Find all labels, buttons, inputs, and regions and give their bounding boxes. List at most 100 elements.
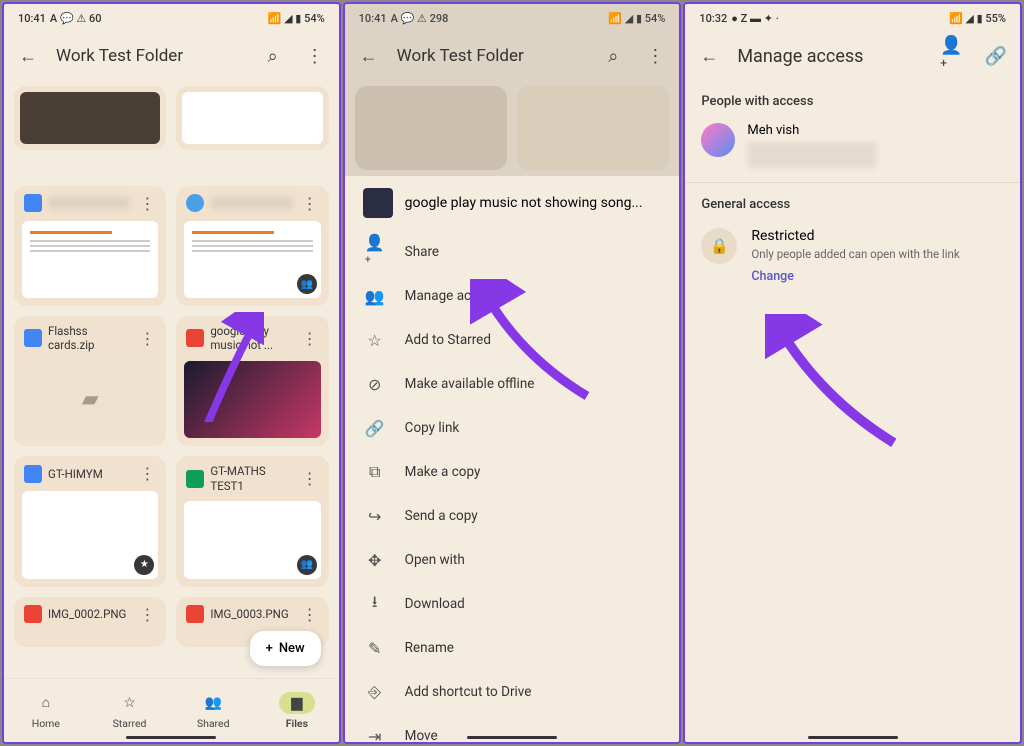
dimmed-grid (345, 80, 680, 176)
file-icon (186, 194, 204, 212)
status-bar: 10:41A 💬 ⚠ 298 📶 ◢ ▮ 54% (345, 4, 680, 32)
back-icon[interactable]: ← (355, 42, 383, 70)
card-more-icon[interactable]: ⋮ (136, 194, 158, 213)
download-icon: ⭳ (365, 594, 385, 614)
new-fab-button[interactable]: +New (250, 631, 321, 666)
app-bar: ← Manage access 👤⁺ 🔗 (685, 32, 1020, 80)
back-icon[interactable]: ← (695, 42, 723, 70)
menu-offline[interactable]: ⊘Make available offline (345, 362, 680, 406)
shared-badge-icon: 👥 (297, 555, 317, 575)
file-card[interactable] (176, 86, 328, 150)
person-add-icon[interactable]: 👤⁺ (940, 42, 968, 70)
card-more-icon[interactable]: ⋮ (299, 329, 321, 348)
menu-download[interactable]: ⭳Download (345, 582, 680, 626)
person-email-blurred (747, 142, 877, 168)
home-icon: ⌂ (28, 692, 64, 714)
app-bar: ← Work Test Folder ⌕ ⋮ (4, 32, 339, 80)
page-title: Work Test Folder (397, 46, 586, 66)
status-right-icons: 📶 ◢ ▮ 54% (608, 12, 665, 25)
card-more-icon[interactable]: ⋮ (136, 605, 158, 624)
menu-label: Move (405, 728, 438, 742)
more-icon[interactable]: ⋮ (641, 42, 669, 70)
search-icon[interactable]: ⌕ (259, 42, 287, 70)
menu-label: Share (405, 244, 439, 260)
star-icon: ☆ (365, 330, 385, 350)
menu-rename[interactable]: ✎Rename (345, 626, 680, 670)
star-badge-icon: ★ (134, 555, 154, 575)
menu-label: Open with (405, 552, 465, 568)
nav-starred[interactable]: ☆ Starred (88, 679, 172, 742)
app-bar: ← Work Test Folder ⌕ ⋮ (345, 32, 680, 80)
person-add-icon: 👤⁺ (365, 242, 385, 262)
file-card-maths[interactable]: GT-MATHS TEST1⋮ 👥 (176, 456, 328, 586)
people-icon: 👥 (365, 286, 385, 306)
section-title: General access (685, 183, 1020, 220)
card-more-icon[interactable]: ⋮ (299, 469, 321, 488)
file-card[interactable]: ⋮ (14, 186, 166, 307)
avatar (701, 123, 735, 157)
nav-shared[interactable]: 👥Shared (171, 679, 255, 742)
change-link[interactable]: Change (751, 269, 959, 284)
card-more-icon[interactable]: ⋮ (136, 329, 158, 348)
nav-label: Starred (113, 717, 147, 730)
nav-label: Home (32, 717, 60, 730)
image-icon (186, 329, 204, 347)
general-access-row[interactable]: 🔒 Restricted Only people added can open … (685, 220, 1020, 292)
person-name: Meh vish (747, 123, 1004, 138)
menu-add-shortcut[interactable]: ⎆Add shortcut to Drive (345, 670, 680, 714)
person-row[interactable]: Meh vish (685, 117, 1020, 182)
card-more-icon[interactable]: ⋮ (136, 464, 158, 483)
status-time: 10:32 (699, 12, 727, 25)
file-card-flashss[interactable]: Flashss cards.zip⋮ ▰ (14, 316, 166, 446)
panel-files-grid: 10:41A 💬 ⚠ 60 📶 ◢ ▮ 54% ← Work Test Fold… (2, 2, 341, 744)
copy-icon: ⧉ (365, 462, 385, 482)
bottom-nav: ⌂ Home ☆ Starred 👥Shared ▆Files (4, 678, 339, 742)
generic-file-icon: ▰ (82, 387, 99, 412)
menu-label: Copy link (405, 420, 460, 436)
link-icon: 🔗 (365, 418, 385, 438)
menu-manage-access[interactable]: 👥 Manage access (345, 274, 680, 318)
back-icon[interactable]: ← (14, 42, 42, 70)
file-card-googleplay[interactable]: google play music not ...⋮ (176, 316, 328, 446)
card-more-icon[interactable]: ⋮ (299, 194, 321, 213)
nav-label: Shared (197, 717, 230, 730)
rename-icon: ✎ (365, 638, 385, 658)
menu-copy-link[interactable]: 🔗 Copy link (345, 406, 680, 450)
send-icon: ↪ (365, 506, 385, 526)
panel-context-menu: 10:41A 💬 ⚠ 298 📶 ◢ ▮ 54% ← Work Test Fol… (343, 2, 682, 744)
menu-open-with[interactable]: ✥Open with (345, 538, 680, 582)
image-icon (186, 605, 204, 623)
menu-make-copy[interactable]: ⧉Make a copy (345, 450, 680, 494)
status-right-icons: 📶 ◢ ▮ 54% (268, 12, 325, 25)
shared-badge-icon: 👥 (297, 274, 317, 294)
page-title: Work Test Folder (56, 46, 245, 66)
menu-send-copy[interactable]: ↪Send a copy (345, 494, 680, 538)
link-icon[interactable]: 🔗 (982, 42, 1010, 70)
file-card[interactable]: ⋮ 👥 (176, 186, 328, 307)
menu-share[interactable]: 👤⁺ Share (345, 230, 680, 274)
menu-label: Make available offline (405, 376, 535, 392)
nav-files[interactable]: ▆Files (255, 679, 339, 742)
file-card-himym[interactable]: GT-HIMYM⋮ ★ (14, 456, 166, 586)
menu-label: Manage access (405, 288, 500, 304)
page-title: Manage access (737, 46, 926, 67)
move-icon: ⇥ (365, 726, 385, 742)
star-icon: ☆ (112, 692, 148, 714)
bottom-sheet: google play music not showing song... 👤⁺… (345, 176, 680, 742)
menu-add-starred[interactable]: ☆Add to Starred (345, 318, 680, 362)
nav-home[interactable]: ⌂ Home (4, 679, 88, 742)
sheet-title: google play music not showing song... (405, 195, 643, 211)
search-icon[interactable]: ⌕ (599, 42, 627, 70)
sheet-icon (186, 470, 204, 488)
status-bar: 10:41A 💬 ⚠ 60 📶 ◢ ▮ 54% (4, 4, 339, 32)
more-icon[interactable]: ⋮ (301, 42, 329, 70)
file-grid[interactable]: ⋮ ⋮ 👥 Flashss cards.zip⋮ ▰ google play m… (4, 80, 339, 678)
status-right-icons: 📶 ◢ ▮ 55% (949, 12, 1006, 25)
card-more-icon[interactable]: ⋮ (299, 605, 321, 624)
file-card-img2[interactable]: IMG_0002.PNG⋮ (14, 597, 166, 647)
section-title: People with access (685, 80, 1020, 117)
nav-label: Files (286, 717, 308, 730)
sheet-header: google play music not showing song... (345, 176, 680, 230)
access-title: Restricted (751, 228, 959, 244)
file-card[interactable] (14, 86, 166, 150)
